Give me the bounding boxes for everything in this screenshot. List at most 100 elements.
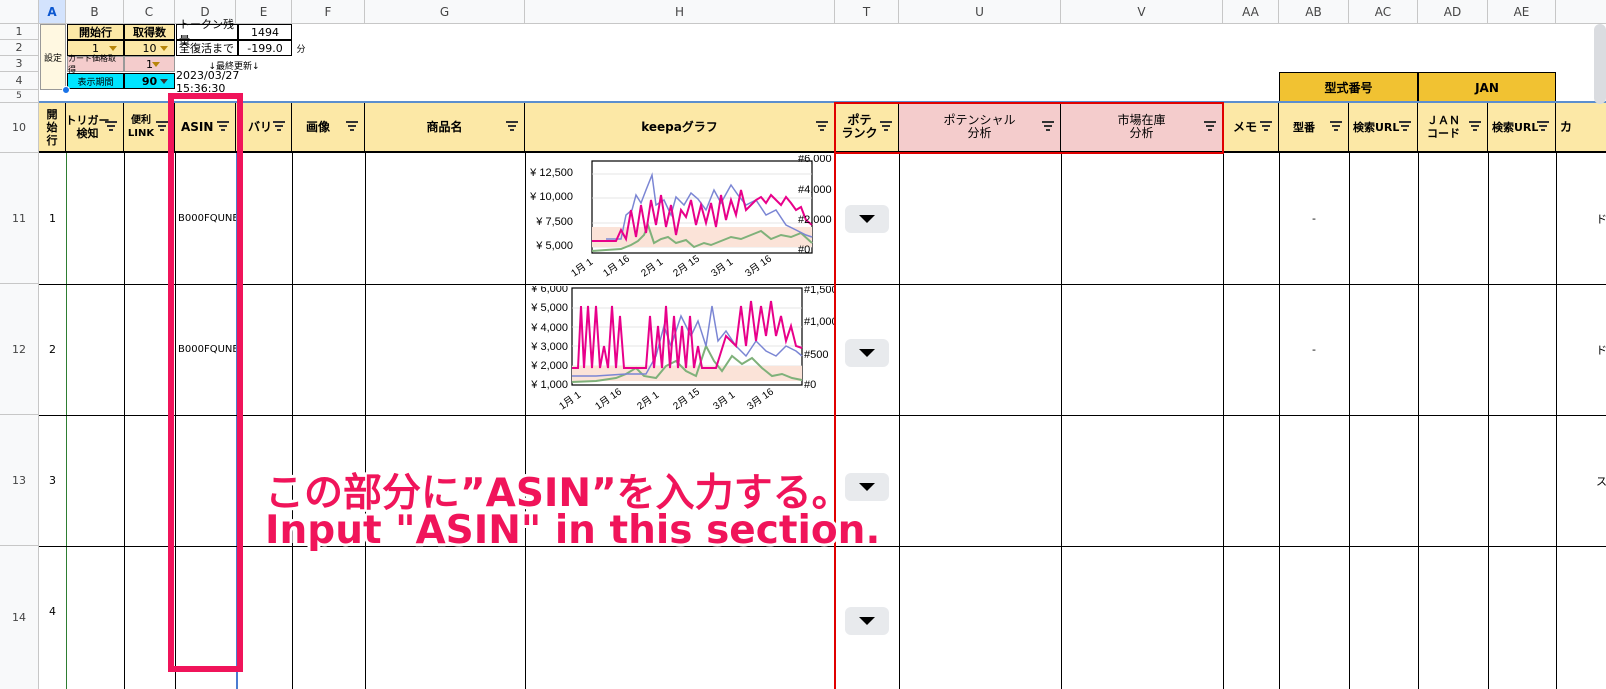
col-header-e[interactable]: E xyxy=(236,0,292,24)
keepa-chart-2: ¥ 6,000 ¥ 5,000 ¥ 4,000 ¥ 3,000 ¥ 2,000 … xyxy=(530,286,834,413)
col-header-ac[interactable]: AC xyxy=(1349,0,1418,24)
filter-icon[interactable] xyxy=(1330,121,1342,131)
fetch-count-dropdown-icon xyxy=(160,46,168,51)
col-header-ad[interactable]: AD xyxy=(1418,0,1488,24)
row-header-14[interactable]: 14 xyxy=(0,546,39,689)
tick-label: ¥ 6,000 xyxy=(530,286,568,295)
filter-icon[interactable] xyxy=(273,121,285,131)
dropdown-arrow-icon xyxy=(859,617,875,625)
cart-price-dropdown-icon xyxy=(152,62,160,67)
tick-label: 1月 1 xyxy=(569,256,596,280)
row-header-10[interactable]: 10 xyxy=(0,103,39,153)
tick-label: #1,000 xyxy=(804,316,834,328)
filter-icon[interactable] xyxy=(105,121,117,131)
pote-rank-dropdown[interactable] xyxy=(845,205,889,233)
display-period-dropdown-icon xyxy=(160,79,168,84)
analysis-red-line xyxy=(834,153,836,689)
header-search-url-2-label: 検索URL xyxy=(1492,120,1539,134)
tick-label: 1月 16 xyxy=(601,252,632,279)
tick-label: #2,000 xyxy=(798,214,832,226)
tick-label: ¥ 4,000 xyxy=(530,322,568,334)
header-jan-code[interactable]: ＪＡＮ コード xyxy=(1418,103,1488,153)
display-period-select[interactable]: 90 xyxy=(124,73,175,89)
recover-unit: 分 xyxy=(296,44,306,55)
tick-label: 3月 16 xyxy=(745,385,776,412)
vertical-scrollbar[interactable] xyxy=(1594,24,1606,104)
col-header-v[interactable]: V xyxy=(1061,0,1223,24)
tick-label: ¥ 12,500 xyxy=(529,167,573,179)
y-left-ticks: ¥ 12,500 ¥ 10,000 ¥ 7,500 ¥ 5,000 xyxy=(529,167,573,252)
filter-icon[interactable] xyxy=(816,121,828,131)
tick-label: ¥ 10,000 xyxy=(529,191,573,203)
fetch-count-select[interactable]: 10 xyxy=(124,40,175,56)
header-bari[interactable]: バリ xyxy=(236,103,292,153)
y-right-ticks: #1,500 #1,000 #500 #0 xyxy=(804,286,834,391)
start-row-dropdown-icon xyxy=(109,46,117,51)
row-header-3[interactable]: 3 xyxy=(0,56,39,72)
header-start-row: 開 始 行 xyxy=(39,103,66,153)
tick-label: ¥ 7,500 xyxy=(535,216,573,228)
pote-rank-dropdown[interactable] xyxy=(845,607,889,635)
cart-price-label: カート価格取得 xyxy=(67,54,124,74)
jan-group-header: JAN xyxy=(1418,72,1556,103)
y-left-ticks: ¥ 6,000 ¥ 5,000 ¥ 4,000 ¥ 3,000 ¥ 2,000 … xyxy=(530,286,568,391)
col-header-f[interactable]: F xyxy=(292,0,365,24)
fetch-count-label: 取得数 xyxy=(124,24,175,40)
tick-label: #0 xyxy=(804,379,816,391)
header-keepa[interactable]: keepaグラフ xyxy=(525,103,835,153)
col-header-h[interactable]: H xyxy=(525,0,835,24)
annotation-line-2: Input "ASIN" in this section. xyxy=(265,508,881,553)
col-header-ae[interactable]: AE xyxy=(1488,0,1556,24)
settings-label: 設定 xyxy=(40,24,66,90)
header-link-label: 便利 LINK xyxy=(127,115,155,139)
select-all-corner[interactable] xyxy=(0,0,39,24)
col-header-u[interactable]: U xyxy=(899,0,1061,24)
filter-icon[interactable] xyxy=(1537,121,1549,131)
filter-icon[interactable] xyxy=(346,121,358,131)
col-header-g[interactable]: G xyxy=(365,0,525,24)
dropdown-arrow-icon xyxy=(859,349,875,357)
display-period-value: 90 xyxy=(141,74,158,88)
header-search-url-2[interactable]: 検索URL xyxy=(1488,103,1556,153)
header-model-no[interactable]: 型番 xyxy=(1279,103,1349,153)
col-header-a[interactable]: A xyxy=(39,0,66,24)
header-image[interactable]: 画像 xyxy=(292,103,365,153)
tick-label: 2月 1 xyxy=(635,389,662,413)
col-header-b[interactable]: B xyxy=(66,0,124,24)
row-header-13[interactable]: 13 xyxy=(0,415,39,546)
pote-rank-dropdown[interactable] xyxy=(845,473,889,501)
filter-icon[interactable] xyxy=(1469,121,1481,131)
col-header-aa[interactable]: AA xyxy=(1223,0,1279,24)
start-row-label: 開始行 xyxy=(67,24,124,40)
row-header-4[interactable]: 4 xyxy=(0,72,39,90)
row-header-1[interactable]: 1 xyxy=(0,24,39,40)
selection-handle[interactable] xyxy=(62,86,70,94)
pote-rank-dropdown[interactable] xyxy=(845,339,889,367)
tick-label: ¥ 5,000 xyxy=(535,240,573,252)
cart-price-select[interactable]: 1 xyxy=(124,56,175,72)
row-header-5[interactable]: 5 xyxy=(0,90,39,103)
tick-label: ¥ 1,000 xyxy=(530,379,568,391)
last-update-value: 2023/03/27 15:36:30 xyxy=(176,69,240,95)
header-image-label: 画像 xyxy=(306,119,331,134)
fetch-count-value: 10 xyxy=(142,41,157,55)
header-memo[interactable]: メモ xyxy=(1223,103,1279,153)
filter-icon[interactable] xyxy=(506,121,518,131)
header-product-label: 商品名 xyxy=(426,119,463,134)
header-trigger[interactable]: トリガー 検知 xyxy=(66,103,124,153)
header-product[interactable]: 商品名 xyxy=(365,103,525,153)
row-header-11[interactable]: 11 xyxy=(0,153,39,284)
col-header-ab[interactable]: AB xyxy=(1279,0,1349,24)
tick-label: ¥ 2,000 xyxy=(530,360,568,372)
filter-icon[interactable] xyxy=(1260,121,1272,131)
keepa-chart-1: ¥ 12,500 ¥ 10,000 ¥ 7,500 ¥ 5,000 #6,000… xyxy=(529,155,832,280)
dropdown-arrow-icon xyxy=(859,215,875,223)
filter-icon[interactable] xyxy=(156,121,168,131)
header-trigger-label: トリガー 検知 xyxy=(65,114,110,140)
row-header-2[interactable]: 2 xyxy=(0,40,39,56)
header-search-url[interactable]: 検索URL xyxy=(1349,103,1418,153)
filter-icon[interactable] xyxy=(1399,121,1411,131)
col-header-c[interactable]: C xyxy=(124,0,175,24)
row-header-12[interactable]: 12 xyxy=(0,284,39,415)
col-header-t[interactable]: T xyxy=(835,0,899,24)
